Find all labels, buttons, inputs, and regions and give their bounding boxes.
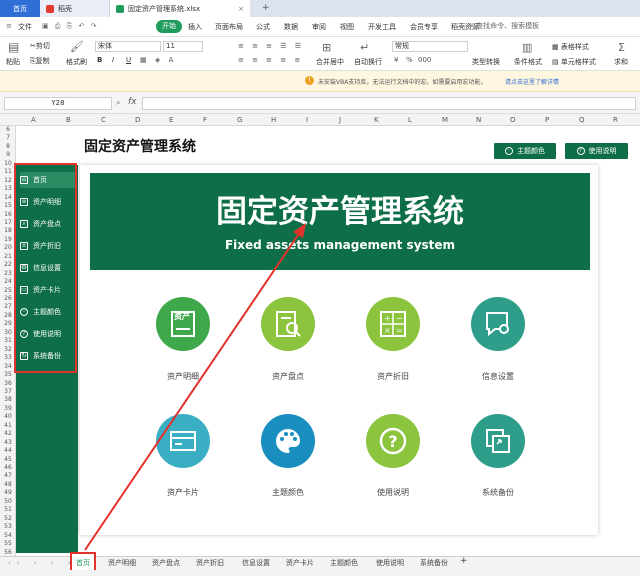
annotation-arrow bbox=[84, 223, 306, 551]
sheet-tab-settings[interactable]: 信息设置 bbox=[242, 558, 270, 568]
add-sheet-button[interactable]: + bbox=[460, 556, 468, 566]
annotation-highlight-tab bbox=[70, 552, 96, 572]
sheet-tab-depreciation[interactable]: 资产折旧 bbox=[196, 558, 224, 568]
sheet-tabs-bar: ‹‹ ‹ › ›› bbox=[0, 556, 640, 570]
sheet-tab-asset-card[interactable]: 资产卡片 bbox=[286, 558, 314, 568]
sheet-tab-inventory[interactable]: 资产盘点 bbox=[152, 558, 180, 568]
status-bar bbox=[0, 570, 640, 576]
sheet-tab-backup[interactable]: 系统备份 bbox=[420, 558, 448, 568]
sheet-tab-help[interactable]: 使用说明 bbox=[376, 558, 404, 568]
sheet-tab-theme[interactable]: 主题颜色 bbox=[330, 558, 358, 568]
sheet-tab-asset-detail[interactable]: 资产明细 bbox=[108, 558, 136, 568]
